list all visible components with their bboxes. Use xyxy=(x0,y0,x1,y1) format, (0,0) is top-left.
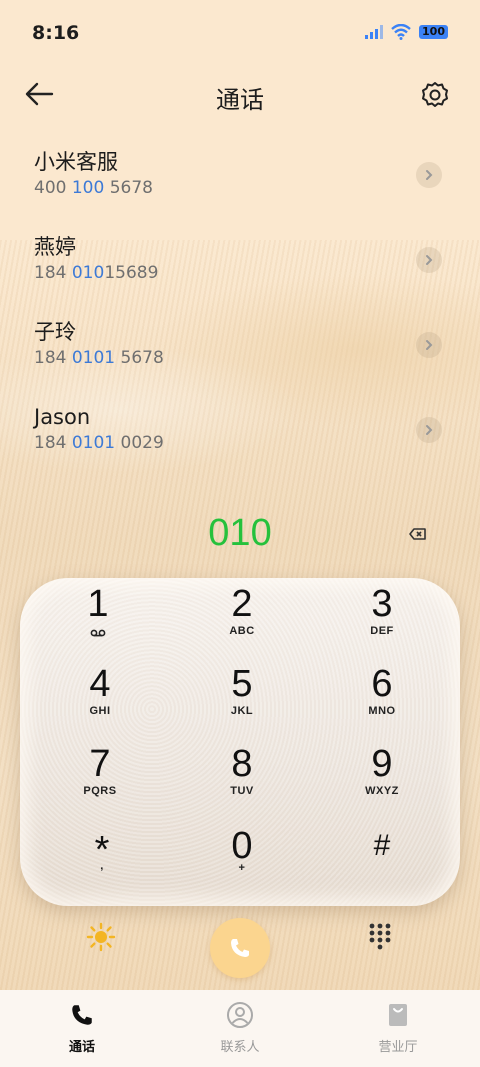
contact-name: 子玲 xyxy=(34,320,76,344)
contact-row[interactable]: 子玲 184 0101 5678 xyxy=(0,300,480,385)
tab-label: 营业厅 xyxy=(378,1040,418,1055)
contact-number: 184 01015689 xyxy=(34,263,159,283)
key-1[interactable]: 1 xyxy=(48,584,148,654)
key-2[interactable]: 2 ABC xyxy=(192,584,292,654)
key-8[interactable]: 8 TUV xyxy=(192,744,292,814)
contact-name: 燕婷 xyxy=(34,235,76,259)
tab-contacts[interactable]: 联系人 xyxy=(180,1000,300,1055)
key-5[interactable]: 5 JKL xyxy=(192,664,292,734)
contact-number: 400 100 5678 xyxy=(34,178,153,198)
wifi-icon xyxy=(391,24,411,40)
tab-service-hall[interactable]: 营业厅 xyxy=(338,1000,458,1055)
tab-label: 联系人 xyxy=(220,1040,260,1055)
key-3[interactable]: 3 DEF xyxy=(332,584,432,654)
chevron-right-icon[interactable] xyxy=(416,417,442,443)
dialer-controls xyxy=(0,918,480,982)
key-star[interactable]: * , xyxy=(52,830,152,900)
contact-number: 184 0101 0029 xyxy=(34,433,164,453)
key-hash[interactable]: # xyxy=(332,826,432,896)
battery-indicator: 100 xyxy=(419,25,448,39)
contact-name: 小米客服 xyxy=(34,150,118,174)
status-time: 8:16 xyxy=(32,22,80,44)
contact-number: 184 0101 5678 xyxy=(34,348,164,368)
key-0[interactable]: 0 + xyxy=(192,826,292,896)
voicemail-icon xyxy=(90,629,106,637)
contact-name: Jason xyxy=(34,405,91,429)
contact-row[interactable]: 小米客服 400 100 5678 xyxy=(0,130,480,215)
contact-suggestions: 小米客服 400 100 5678 燕婷 184 01015689 子玲 184… xyxy=(0,130,480,470)
tab-label: 通话 xyxy=(68,1040,95,1055)
call-button[interactable] xyxy=(210,918,270,978)
key-6[interactable]: 6 MNO xyxy=(332,664,432,734)
key-7[interactable]: 7 PQRS xyxy=(50,744,150,814)
status-icons: 100 xyxy=(365,24,448,40)
phone-icon xyxy=(231,939,249,957)
bag-icon xyxy=(389,1004,407,1026)
key-4[interactable]: 4 GHI xyxy=(50,664,150,734)
dial-keypad: 1 2 ABC 3 DEF 4 GHI 5 JKL 6 MNO 7 PQRS 8… xyxy=(20,578,460,906)
bottom-tab-bar: 通话 联系人 营业厅 xyxy=(0,990,480,1067)
contact-row[interactable]: Jason 184 0101 0029 xyxy=(0,385,480,470)
key-9[interactable]: 9 WXYZ xyxy=(332,744,432,814)
backspace-icon[interactable] xyxy=(408,526,428,542)
person-icon xyxy=(227,1002,253,1028)
contact-row[interactable]: 燕婷 184 01015689 xyxy=(0,215,480,300)
header: 通话 xyxy=(0,70,480,120)
gear-icon[interactable] xyxy=(420,80,450,110)
chevron-right-icon[interactable] xyxy=(416,162,442,188)
status-bar: 8:16 100 xyxy=(0,0,480,66)
page-title: 通话 xyxy=(216,86,264,114)
chevron-right-icon[interactable] xyxy=(416,247,442,273)
signal-icon xyxy=(365,25,384,39)
tab-calls[interactable]: 通话 xyxy=(22,1000,142,1055)
phone-icon xyxy=(72,1005,92,1025)
sun-icon[interactable] xyxy=(86,922,116,952)
chevron-right-icon[interactable] xyxy=(416,332,442,358)
keypad-grid-icon[interactable] xyxy=(368,922,392,950)
